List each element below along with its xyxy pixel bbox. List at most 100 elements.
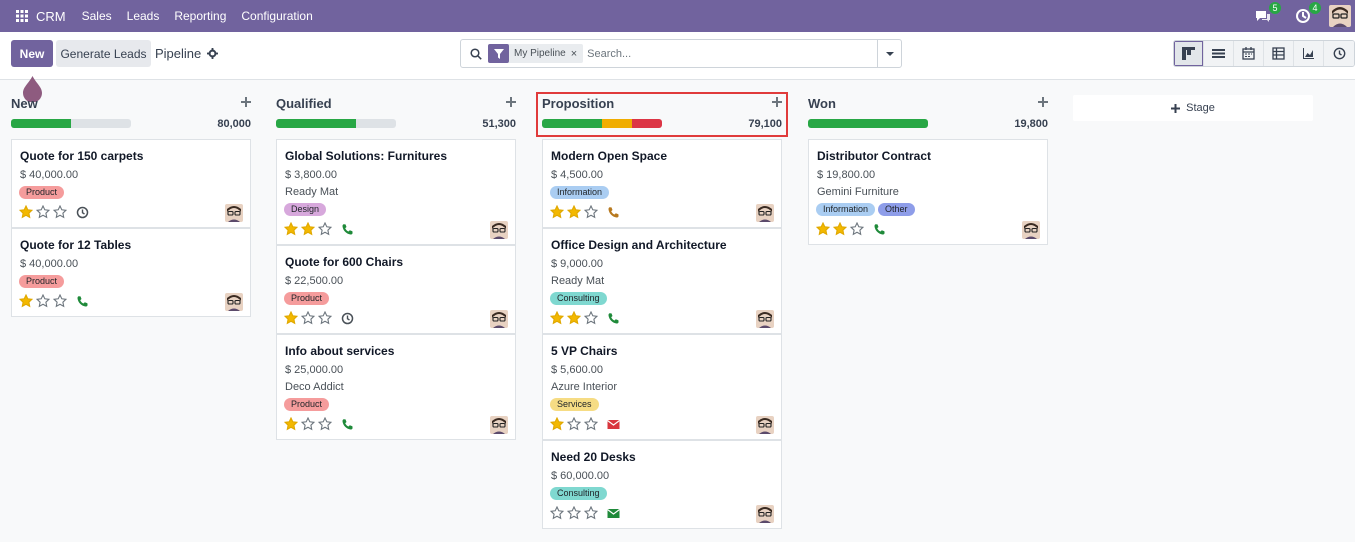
star-empty-icon[interactable] bbox=[53, 205, 67, 219]
activity-view-button[interactable] bbox=[1324, 41, 1354, 66]
salesperson-avatar[interactable] bbox=[756, 204, 774, 222]
column-title[interactable]: Won bbox=[808, 96, 836, 111]
pivot-view-button[interactable] bbox=[1264, 41, 1294, 66]
search-input[interactable] bbox=[587, 47, 858, 60]
lead-card[interactable]: Need 20 Desks $ 60,000.00 Consulting bbox=[542, 440, 782, 529]
quick-create-plus-icon[interactable] bbox=[772, 97, 782, 107]
messages-icon[interactable]: 5 bbox=[1253, 2, 1281, 26]
user-avatar[interactable] bbox=[1329, 5, 1351, 27]
quick-create-plus-icon[interactable] bbox=[1038, 97, 1048, 107]
salesperson-avatar[interactable] bbox=[225, 293, 243, 311]
star-filled-icon[interactable] bbox=[284, 222, 298, 236]
star-empty-icon[interactable] bbox=[584, 311, 598, 325]
quick-create-plus-icon[interactable] bbox=[241, 97, 251, 107]
lead-card[interactable]: Quote for 12 Tables $ 40,000.00 Product bbox=[11, 228, 251, 317]
star-filled-icon[interactable] bbox=[284, 311, 298, 325]
star-empty-icon[interactable] bbox=[567, 417, 581, 431]
quick-create-plus-icon[interactable] bbox=[506, 97, 516, 107]
salesperson-avatar[interactable] bbox=[490, 310, 508, 328]
menu-reporting[interactable]: Reporting bbox=[174, 9, 226, 23]
gear-icon[interactable] bbox=[207, 48, 219, 59]
star-empty-icon[interactable] bbox=[36, 294, 50, 308]
column-progress-bar[interactable] bbox=[276, 119, 396, 128]
list-view-button[interactable] bbox=[1204, 41, 1234, 66]
new-button[interactable]: New bbox=[11, 40, 53, 67]
search-options-toggle[interactable] bbox=[877, 40, 901, 67]
star-filled-icon[interactable] bbox=[550, 205, 564, 219]
progress-green-segment[interactable] bbox=[11, 119, 71, 128]
star-empty-icon[interactable] bbox=[584, 205, 598, 219]
lead-card[interactable]: Office Design and Architecture $ 9,000.00… bbox=[542, 228, 782, 334]
column-title[interactable]: New bbox=[11, 96, 38, 111]
lead-card[interactable]: Quote for 600 Chairs $ 22,500.00 Product bbox=[276, 245, 516, 334]
star-empty-icon[interactable] bbox=[318, 417, 332, 431]
envelope-icon[interactable] bbox=[607, 507, 620, 520]
star-filled-icon[interactable] bbox=[550, 311, 564, 325]
salesperson-avatar[interactable] bbox=[225, 204, 243, 222]
phone-icon[interactable] bbox=[607, 206, 620, 219]
star-filled-icon[interactable] bbox=[284, 417, 298, 431]
column-title[interactable]: Qualified bbox=[276, 96, 332, 111]
generate-leads-button[interactable]: Generate Leads bbox=[56, 40, 151, 67]
graph-view-button[interactable] bbox=[1294, 41, 1324, 66]
progress-red-segment[interactable] bbox=[632, 119, 662, 128]
column-progress-bar[interactable] bbox=[542, 119, 662, 128]
star-filled-icon[interactable] bbox=[816, 222, 830, 236]
star-empty-icon[interactable] bbox=[550, 506, 564, 520]
calendar-view-button[interactable] bbox=[1234, 41, 1264, 66]
salesperson-avatar[interactable] bbox=[756, 310, 774, 328]
column-progress-bar[interactable] bbox=[11, 119, 131, 128]
salesperson-avatar[interactable] bbox=[490, 221, 508, 239]
star-empty-icon[interactable] bbox=[36, 205, 50, 219]
progress-green-segment[interactable] bbox=[276, 119, 357, 128]
progress-orange-segment[interactable] bbox=[602, 119, 632, 128]
phone-icon[interactable] bbox=[341, 418, 354, 431]
activity-clock-icon[interactable] bbox=[76, 206, 89, 219]
search-icon[interactable] bbox=[470, 47, 482, 60]
star-filled-icon[interactable] bbox=[550, 417, 564, 431]
star-filled-icon[interactable] bbox=[833, 222, 847, 236]
lead-card[interactable]: Info about services $ 25,000.00 Deco Addic… bbox=[276, 334, 516, 440]
apps-menu-icon[interactable] bbox=[10, 0, 34, 32]
star-empty-icon[interactable] bbox=[301, 417, 315, 431]
star-empty-icon[interactable] bbox=[584, 417, 598, 431]
phone-icon[interactable] bbox=[873, 223, 886, 236]
star-empty-icon[interactable] bbox=[318, 311, 332, 325]
star-empty-icon[interactable] bbox=[318, 222, 332, 236]
lead-card[interactable]: Modern Open Space $ 4,500.00 Information bbox=[542, 139, 782, 228]
lead-card[interactable]: Distributor Contract $ 19,800.00 Gemini Fu… bbox=[808, 139, 1048, 245]
star-filled-icon[interactable] bbox=[19, 205, 33, 219]
add-stage-button[interactable]: Stage bbox=[1073, 95, 1313, 121]
phone-icon[interactable] bbox=[76, 295, 89, 308]
star-filled-icon[interactable] bbox=[567, 311, 581, 325]
star-filled-icon[interactable] bbox=[19, 294, 33, 308]
salesperson-avatar[interactable] bbox=[490, 416, 508, 434]
salesperson-avatar[interactable] bbox=[756, 416, 774, 434]
envelope-icon[interactable] bbox=[607, 418, 620, 431]
salesperson-avatar[interactable] bbox=[1022, 221, 1040, 239]
lead-card[interactable]: Global Solutions: Furnitures $ 3,800.00 Re… bbox=[276, 139, 516, 245]
app-brand[interactable]: CRM bbox=[36, 9, 66, 24]
progress-green-segment[interactable] bbox=[808, 119, 928, 128]
star-filled-icon[interactable] bbox=[567, 205, 581, 219]
salesperson-avatar[interactable] bbox=[756, 505, 774, 523]
menu-leads[interactable]: Leads bbox=[127, 9, 160, 23]
phone-icon[interactable] bbox=[341, 223, 354, 236]
menu-configuration[interactable]: Configuration bbox=[241, 9, 312, 23]
menu-sales[interactable]: Sales bbox=[82, 9, 112, 23]
lead-card[interactable]: 5 VP Chairs $ 5,600.00 Azure Interior Servi… bbox=[542, 334, 782, 440]
facet-remove-icon[interactable]: × bbox=[571, 48, 583, 60]
column-progress-bar[interactable] bbox=[808, 119, 928, 128]
star-empty-icon[interactable] bbox=[850, 222, 864, 236]
lead-card[interactable]: Quote for 150 carpets $ 40,000.00 Product bbox=[11, 139, 251, 228]
star-filled-icon[interactable] bbox=[301, 222, 315, 236]
activity-clock-icon[interactable] bbox=[341, 312, 354, 325]
progress-green-segment[interactable] bbox=[542, 119, 602, 128]
activities-clock-icon[interactable]: 4 bbox=[1293, 2, 1321, 26]
star-empty-icon[interactable] bbox=[567, 506, 581, 520]
star-empty-icon[interactable] bbox=[301, 311, 315, 325]
kanban-view-button[interactable] bbox=[1174, 41, 1204, 66]
star-empty-icon[interactable] bbox=[584, 506, 598, 520]
column-title[interactable]: Proposition bbox=[542, 96, 614, 111]
star-empty-icon[interactable] bbox=[53, 294, 67, 308]
